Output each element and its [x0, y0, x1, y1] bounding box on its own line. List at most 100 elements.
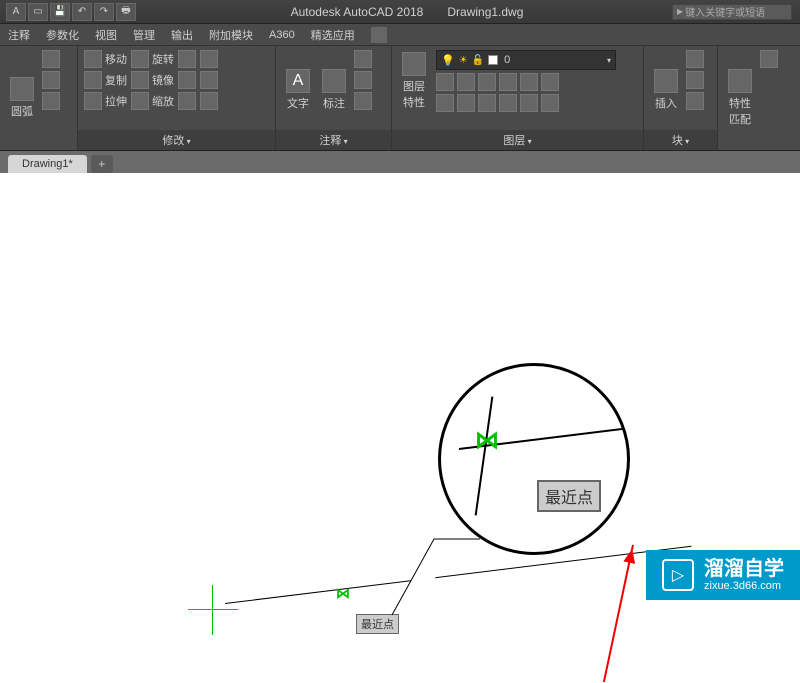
panel-modify: 移动 复制 拉伸 旋转 镜像 缩放 修改 — [78, 46, 276, 150]
panel-annotation: A 文字 标注 注释 — [276, 46, 392, 150]
dimension-icon — [322, 69, 346, 93]
cloud-icon[interactable] — [354, 92, 372, 110]
mag-snap-tooltip: 最近点 — [537, 480, 601, 512]
dimension-tool[interactable]: 标注 — [318, 50, 350, 130]
annotation-arrow — [603, 545, 634, 682]
mod-b-icon[interactable] — [200, 71, 218, 89]
layer-b-icon[interactable] — [457, 73, 475, 91]
table-icon[interactable] — [354, 71, 372, 89]
layer-g-icon[interactable] — [436, 94, 454, 112]
stretch-label: 拉伸 — [105, 93, 127, 109]
panel-block-label[interactable]: 块 — [644, 130, 717, 150]
doc-title: Drawing1.dwg — [447, 5, 523, 19]
block-b-icon[interactable] — [686, 71, 704, 89]
match-props-label: 特性 匹配 — [729, 95, 751, 127]
layer-h-icon[interactable] — [457, 94, 475, 112]
snap-marker-icon: ⋈ — [336, 585, 350, 602]
add-tab-button[interactable]: + — [91, 155, 113, 173]
layer-f-icon[interactable] — [541, 73, 559, 91]
block-a-icon[interactable] — [686, 50, 704, 68]
panel-draw: 圆弧 — [0, 46, 78, 150]
layer-i-icon[interactable] — [478, 94, 496, 112]
leader-icon[interactable] — [354, 50, 372, 68]
app-menu-icon[interactable]: A — [6, 3, 26, 21]
copy-icon[interactable] — [84, 71, 102, 89]
mirror-icon[interactable] — [131, 71, 149, 89]
fillet-icon[interactable] — [178, 71, 196, 89]
mag-snap-marker-icon: ⋈ — [475, 426, 499, 455]
mag-crosshair — [475, 396, 494, 515]
menu-addins[interactable]: 附加模块 — [209, 27, 253, 43]
doc-tabstrip: Drawing1* + — [0, 151, 800, 173]
panel-layer: 图层 特性 💡 ☀ 🔓 0 ▾ — [392, 46, 644, 150]
undo-icon[interactable]: ↶ — [72, 3, 92, 21]
layer-props-button[interactable]: 图层 特性 — [398, 50, 430, 112]
array-icon[interactable] — [178, 92, 196, 110]
text-tool[interactable]: A 文字 — [282, 50, 314, 130]
match-props-button[interactable]: 特性 匹配 — [724, 50, 756, 146]
layer-l-icon[interactable] — [541, 94, 559, 112]
layer-props-label: 图层 特性 — [403, 78, 425, 110]
ribbon: 圆弧 移动 复制 拉伸 旋转 镜像 缩放 — [0, 46, 800, 151]
qat: A ▭ 💾 ↶ ↷ 🖶 — [0, 3, 142, 21]
bulb-icon: 💡 — [441, 54, 455, 67]
layer-k-icon[interactable] — [520, 94, 538, 112]
rotate-icon[interactable] — [131, 50, 149, 68]
redo-icon[interactable]: ↷ — [94, 3, 114, 21]
move-label: 移动 — [105, 51, 127, 67]
new-icon[interactable]: ▭ — [28, 3, 48, 21]
layer-props-icon — [402, 52, 426, 76]
layer-c-icon[interactable] — [478, 73, 496, 91]
layer-e-icon[interactable] — [520, 73, 538, 91]
trim-icon[interactable] — [178, 50, 196, 68]
crosshair-vertical — [212, 585, 213, 635]
arc-label: 圆弧 — [11, 103, 33, 119]
layer-a-icon[interactable] — [436, 73, 454, 91]
layer-combo[interactable]: 💡 ☀ 🔓 0 ▾ — [436, 50, 616, 70]
panel-block: 插入 块 — [644, 46, 718, 150]
app-title: Autodesk AutoCAD 2018 — [291, 5, 424, 19]
print-icon[interactable]: 🖶 — [116, 3, 136, 21]
match-props-icon — [728, 69, 752, 93]
menu-extra-icon[interactable] — [371, 27, 387, 43]
mod-a-icon[interactable] — [200, 50, 218, 68]
panel-annot-label[interactable]: 注释 — [276, 130, 391, 150]
text-icon: A — [286, 69, 310, 93]
drawing-canvas[interactable]: ⋈ 最近点 ⋈ 最近点 ▷ 溜溜自学 zixue.3d66.com — [0, 173, 800, 600]
insert-icon — [654, 69, 678, 93]
lock-icon: 🔓 — [472, 55, 484, 66]
menu-output[interactable]: 输出 — [171, 27, 193, 43]
menu-a360[interactable]: A360 — [269, 29, 295, 41]
mod-c-icon[interactable] — [200, 92, 218, 110]
stretch-icon[interactable] — [84, 92, 102, 110]
scale-icon[interactable] — [131, 92, 149, 110]
prop-a-icon[interactable] — [760, 50, 778, 68]
layer-color-swatch — [488, 55, 498, 65]
menu-featured[interactable]: 精选应用 — [311, 27, 355, 43]
layer-name: 0 — [504, 54, 510, 66]
panel-modify-label[interactable]: 修改 — [78, 130, 275, 150]
insert-button[interactable]: 插入 — [650, 50, 682, 130]
menu-annotate[interactable]: 注释 — [8, 27, 30, 43]
dim-label: 标注 — [323, 95, 345, 111]
menu-view[interactable]: 视图 — [95, 27, 117, 43]
rotate-label: 旋转 — [152, 51, 174, 67]
search-input[interactable]: 键入关键字或短语 — [672, 4, 792, 20]
block-c-icon[interactable] — [686, 92, 704, 110]
rect-icon[interactable] — [42, 92, 60, 110]
layer-j-icon[interactable] — [499, 94, 517, 112]
watermark: ▷ 溜溜自学 zixue.3d66.com — [646, 550, 800, 600]
menu-manage[interactable]: 管理 — [133, 27, 155, 43]
copy-label: 复制 — [105, 72, 127, 88]
polyline-icon[interactable] — [42, 50, 60, 68]
search-placeholder: 键入关键字或短语 — [685, 4, 765, 19]
move-icon[interactable] — [84, 50, 102, 68]
layer-d-icon[interactable] — [499, 73, 517, 91]
save-icon[interactable]: 💾 — [50, 3, 70, 21]
insert-label: 插入 — [655, 95, 677, 111]
menu-parametric[interactable]: 参数化 — [46, 27, 79, 43]
doc-tab-active[interactable]: Drawing1* — [8, 155, 87, 173]
line-tool[interactable]: 圆弧 — [6, 50, 38, 146]
panel-layer-label[interactable]: 图层 — [392, 130, 643, 150]
circle-icon[interactable] — [42, 71, 60, 89]
